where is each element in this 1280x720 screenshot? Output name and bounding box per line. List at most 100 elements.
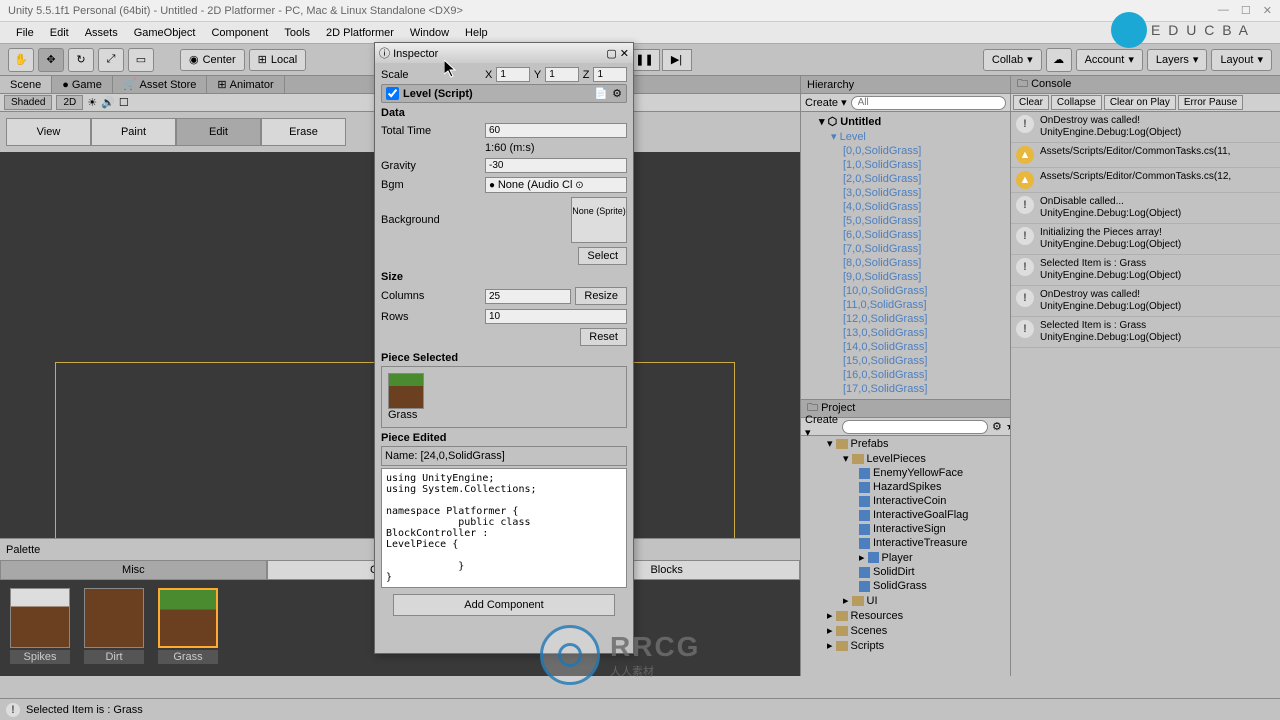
menu-edit[interactable]: Edit	[42, 25, 77, 41]
menu-tools[interactable]: Tools	[276, 25, 318, 41]
light-icon[interactable]: ☀	[87, 96, 97, 109]
project-item[interactable]: InteractiveSign	[801, 522, 1010, 536]
hierarchy-item[interactable]: [2,0,SolidGrass]	[801, 172, 1010, 186]
project-filter-icon[interactable]: ⚙	[992, 420, 1002, 433]
project-prefabs[interactable]: ▾ Prefabs	[801, 436, 1010, 451]
tab-game[interactable]: ● Game	[52, 76, 113, 93]
reset-button[interactable]: Reset	[580, 328, 627, 346]
level-script-toggle[interactable]	[386, 87, 399, 100]
console-collapse[interactable]: Collapse	[1051, 95, 1102, 110]
console-log-item[interactable]: !OnDisable called...UnityEngine.Debug:Lo…	[1011, 193, 1280, 224]
hand-tool[interactable]: ✋	[8, 48, 34, 72]
rect-tool[interactable]: ▭	[128, 48, 154, 72]
project-ui[interactable]: ▸ UI	[801, 593, 1010, 608]
add-component-button[interactable]: Add Component	[393, 594, 614, 616]
scale-z-input[interactable]	[593, 67, 627, 82]
project-create[interactable]: Create ▾	[805, 414, 838, 439]
console-log-item[interactable]: ▲Assets/Scripts/Editor/CommonTasks.cs(11…	[1011, 143, 1280, 168]
collab-dropdown[interactable]: Collab ▾	[983, 49, 1042, 71]
project-item[interactable]: SolidDirt	[801, 565, 1010, 579]
project-search[interactable]	[842, 420, 988, 434]
mode-erase[interactable]: Erase	[261, 118, 346, 146]
step-button[interactable]: ▶|	[662, 49, 692, 71]
columns-input[interactable]	[485, 289, 571, 304]
menu-component[interactable]: Component	[203, 25, 276, 41]
audio-icon[interactable]: 🔊	[101, 96, 115, 109]
menu-file[interactable]: File	[8, 25, 42, 41]
hierarchy-scene-root[interactable]: ▾ ⬡ Untitled	[801, 114, 1010, 129]
tab-assetstore[interactable]: 🛒 Asset Store	[113, 76, 208, 93]
bgm-field[interactable]: ● None (Audio Cl ⊙	[485, 177, 627, 193]
hierarchy-item[interactable]: [14,0,SolidGrass]	[801, 340, 1010, 354]
layers-dropdown[interactable]: Layers ▾	[1147, 49, 1208, 71]
2d-toggle[interactable]: 2D	[56, 95, 83, 110]
tab-scene[interactable]: Scene	[0, 76, 52, 93]
hierarchy-item[interactable]: [10,0,SolidGrass]	[801, 284, 1010, 298]
hierarchy-item[interactable]: [7,0,SolidGrass]	[801, 242, 1010, 256]
hierarchy-item[interactable]: [17,0,SolidGrass]	[801, 382, 1010, 396]
project-item[interactable]: ▸ Player	[801, 550, 1010, 565]
palette-grass[interactable]: Grass	[156, 588, 220, 668]
project-scenes[interactable]: ▸ Scenes	[801, 623, 1010, 638]
select-button[interactable]: Select	[578, 247, 627, 265]
menu-assets[interactable]: Assets	[77, 25, 126, 41]
project-item[interactable]: HazardSpikes	[801, 480, 1010, 494]
palette-tab-misc[interactable]: Misc	[0, 560, 267, 580]
mode-edit[interactable]: Edit	[176, 118, 261, 146]
project-item[interactable]: InteractiveGoalFlag	[801, 508, 1010, 522]
project-levelpieces[interactable]: ▾ LevelPieces	[801, 451, 1010, 466]
move-tool[interactable]: ✥	[38, 48, 64, 72]
hierarchy-item[interactable]: [1,0,SolidGrass]	[801, 158, 1010, 172]
hierarchy-level[interactable]: ▾ Level	[801, 129, 1010, 144]
palette-dirt[interactable]: Dirt	[82, 588, 146, 668]
close-icon[interactable]: ✕	[1263, 4, 1272, 17]
mode-paint[interactable]: Paint	[91, 118, 176, 146]
gravity-input[interactable]	[485, 158, 627, 173]
console-log-item[interactable]: !OnDestroy was called!UnityEngine.Debug:…	[1011, 112, 1280, 143]
pause-button[interactable]: ❚❚	[630, 49, 660, 71]
tab-animator[interactable]: ⊞ Animator	[207, 76, 284, 93]
layout-dropdown[interactable]: Layout ▾	[1211, 49, 1272, 71]
hierarchy-item[interactable]: [3,0,SolidGrass]	[801, 186, 1010, 200]
pivot-local[interactable]: ⊞ Local	[249, 49, 307, 71]
project-item[interactable]: InteractiveCoin	[801, 494, 1010, 508]
background-sprite[interactable]: None (Sprite)	[571, 197, 627, 243]
menu-help[interactable]: Help	[457, 25, 496, 41]
hierarchy-item[interactable]: [12,0,SolidGrass]	[801, 312, 1010, 326]
cloud-icon[interactable]: ☁	[1046, 48, 1072, 72]
hierarchy-item[interactable]: [13,0,SolidGrass]	[801, 326, 1010, 340]
project-scripts[interactable]: ▸ Scripts	[801, 638, 1010, 653]
rotate-tool[interactable]: ↻	[68, 48, 94, 72]
project-item[interactable]: SolidGrass	[801, 579, 1010, 593]
project-item[interactable]: EnemyYellowFace	[801, 466, 1010, 480]
hierarchy-search[interactable]	[851, 96, 1006, 110]
console-log-item[interactable]: !Selected Item is : GrassUnityEngine.Deb…	[1011, 317, 1280, 348]
console-clear[interactable]: Clear	[1013, 95, 1049, 110]
console-log-item[interactable]: !Initializing the Pieces array!UnityEngi…	[1011, 224, 1280, 255]
project-resources[interactable]: ▸ Resources	[801, 608, 1010, 623]
total-time-input[interactable]	[485, 123, 627, 138]
project-item[interactable]: InteractiveTreasure	[801, 536, 1010, 550]
hierarchy-item[interactable]: [0,0,SolidGrass]	[801, 144, 1010, 158]
resize-button[interactable]: Resize	[575, 287, 627, 305]
hierarchy-item[interactable]: [8,0,SolidGrass]	[801, 256, 1010, 270]
console-errorpause[interactable]: Error Pause	[1178, 95, 1243, 110]
fx-icon[interactable]: ☐	[119, 96, 129, 109]
hierarchy-item[interactable]: [9,0,SolidGrass]	[801, 270, 1010, 284]
pivot-center[interactable]: ◉ Center	[180, 49, 245, 71]
account-dropdown[interactable]: Account ▾	[1076, 49, 1143, 71]
console-log-item[interactable]: ▲Assets/Scripts/Editor/CommonTasks.cs(12…	[1011, 168, 1280, 193]
shaded-dropdown[interactable]: Shaded	[4, 95, 52, 110]
palette-spikes[interactable]: Spikes	[8, 588, 72, 668]
console-log-item[interactable]: !OnDestroy was called!UnityEngine.Debug:…	[1011, 286, 1280, 317]
console-clearonplay[interactable]: Clear on Play	[1104, 95, 1176, 110]
mode-view[interactable]: View	[6, 118, 91, 146]
console-log-item[interactable]: !Selected Item is : GrassUnityEngine.Deb…	[1011, 255, 1280, 286]
menu-2dplatformer[interactable]: 2D Platformer	[318, 25, 402, 41]
hierarchy-item[interactable]: [5,0,SolidGrass]	[801, 214, 1010, 228]
rows-input[interactable]	[485, 309, 627, 324]
hierarchy-item[interactable]: [4,0,SolidGrass]	[801, 200, 1010, 214]
inspector-close-icon[interactable]: ✕	[620, 48, 629, 60]
inspector-maximize-icon[interactable]: ▢	[606, 48, 616, 60]
inspector-tab[interactable]: ⓘ Inspector	[379, 45, 438, 61]
